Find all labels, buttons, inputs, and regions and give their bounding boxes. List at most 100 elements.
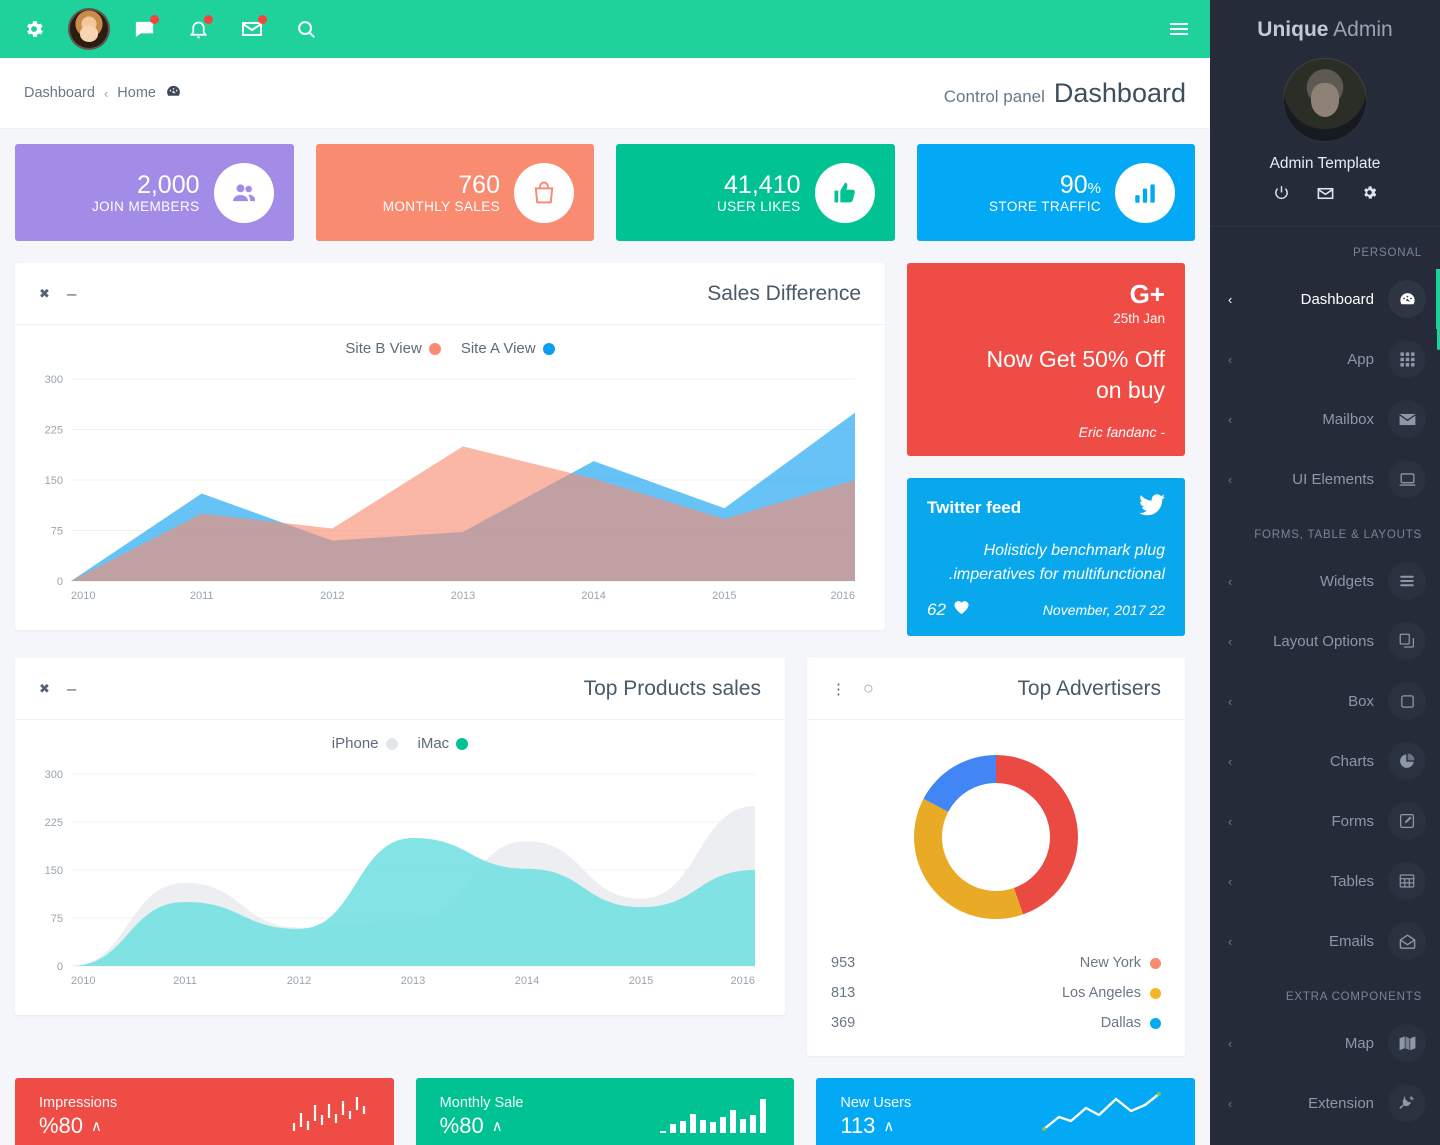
svg-text:150: 150 bbox=[45, 865, 63, 877]
sidebar-item-ui-elements[interactable]: ‹ UI Elements bbox=[1210, 449, 1440, 509]
trend-up-icon: ∧ bbox=[491, 1118, 503, 1136]
bell-icon[interactable] bbox=[178, 9, 218, 49]
square-icon bbox=[1388, 682, 1426, 720]
gear-icon[interactable] bbox=[1361, 184, 1378, 208]
svg-text:2015: 2015 bbox=[629, 975, 653, 987]
sidebar-item-box[interactable]: ‹ Box bbox=[1210, 671, 1440, 731]
sidebar-item-label: Extension bbox=[1308, 1094, 1374, 1112]
sidebar-item-dashboard[interactable]: ‹ Dashboard bbox=[1210, 269, 1440, 329]
refresh-icon[interactable]: ○ bbox=[863, 678, 874, 699]
mail-icon[interactable] bbox=[1316, 184, 1335, 208]
search-icon[interactable] bbox=[286, 9, 326, 49]
sidebar-item-tables[interactable]: ‹ Tables bbox=[1210, 851, 1440, 911]
stat-label: STORE TRAFFIC bbox=[989, 199, 1101, 215]
sidebar-item-forms[interactable]: ‹ Forms bbox=[1210, 791, 1440, 851]
list-item[interactable]: 813 Los Angeles bbox=[831, 978, 1161, 1008]
close-icon[interactable]: ✖ bbox=[39, 286, 50, 302]
breadcrumb-current[interactable]: Home bbox=[117, 85, 156, 101]
legend-item[interactable]: Site A View bbox=[461, 340, 555, 357]
google-plus-card[interactable]: G+ 25th Jan Now Get 50% Off on buy Eric … bbox=[907, 263, 1185, 457]
widget-title: New Users bbox=[840, 1095, 912, 1112]
gplus-date: 25th Jan bbox=[1113, 311, 1165, 326]
avatar[interactable] bbox=[1283, 58, 1367, 142]
widget-new-users[interactable]: New Users 113 ∧ bbox=[816, 1078, 1196, 1145]
content-row-charts: ✖ – Sales Difference Site B View Site A … bbox=[15, 263, 1195, 637]
trend-up-icon: ∧ bbox=[883, 1118, 895, 1136]
chevron-left-icon: ‹ bbox=[1228, 813, 1233, 829]
stat-card-store-traffic[interactable]: 90% STORE TRAFFIC bbox=[916, 144, 1195, 241]
page-subtitle: Control panel bbox=[943, 86, 1045, 106]
sidebar-item-label: Charts bbox=[1329, 752, 1374, 770]
brand-light: Admin bbox=[1333, 18, 1393, 41]
sidebar-item-widgets[interactable]: ‹ Widgets bbox=[1210, 551, 1440, 611]
legend-item[interactable]: iMac bbox=[418, 735, 469, 752]
panel-title: Top Products sales bbox=[583, 676, 761, 700]
sidebar-section-title: FORMS, TABLE & LAYOUTS bbox=[1254, 529, 1422, 541]
heart-icon bbox=[953, 599, 970, 620]
svg-text:2013: 2013 bbox=[401, 975, 425, 987]
power-icon[interactable] bbox=[1273, 184, 1290, 208]
menu-icon[interactable] bbox=[1162, 12, 1196, 46]
stat-card-user-likes[interactable]: 41,410 USER LIKES bbox=[616, 144, 895, 241]
list-item[interactable]: 369 Dallas bbox=[831, 1008, 1161, 1038]
widget-monthly-sale[interactable]: Monthly Sale %80 ∧ bbox=[415, 1078, 795, 1145]
widget-value: %80 bbox=[39, 1113, 84, 1139]
widget-impressions[interactable]: Impressions %80 ∧ bbox=[15, 1078, 394, 1145]
svg-text:225: 225 bbox=[45, 817, 63, 829]
svg-text:75: 75 bbox=[51, 526, 63, 538]
legend-swatch bbox=[456, 737, 469, 750]
gplus-headline-line1: Now Get 50% Off bbox=[986, 346, 1165, 372]
legend-label: Site B View bbox=[345, 340, 422, 357]
sparkline-bars bbox=[658, 1091, 770, 1144]
gear-icon[interactable] bbox=[14, 9, 54, 49]
advertiser-label: Los Angeles bbox=[1061, 985, 1141, 1002]
legend-item[interactable]: iPhone bbox=[332, 735, 398, 752]
sidebar-item-label: Map bbox=[1344, 1034, 1374, 1052]
sidebar-item-label: Emails bbox=[1328, 932, 1374, 950]
sidebar-item-app[interactable]: ‹ App bbox=[1210, 329, 1440, 389]
main-content: 2,000 JOIN MEMBERS 760 MONTHLY SALES 41,… bbox=[0, 129, 1210, 1145]
svg-text:2010: 2010 bbox=[71, 975, 95, 987]
mail-icon[interactable] bbox=[232, 9, 272, 49]
more-options-icon[interactable]: ⋮ bbox=[831, 680, 846, 698]
sidebar-navigation: PERSONAL ‹ Dashboard ‹ App ‹ Mailbox ‹ UI Elemen… bbox=[1210, 227, 1440, 1133]
sidebar-item-emails[interactable]: ‹ Emails bbox=[1210, 911, 1440, 971]
stat-card-monthly-sales[interactable]: 760 MONTHLY SALES bbox=[315, 144, 594, 241]
list-item[interactable]: 953 New York bbox=[831, 948, 1161, 978]
list-icon bbox=[1388, 562, 1426, 600]
chat-icon[interactable] bbox=[124, 9, 164, 49]
breadcrumb-root[interactable]: Dashboard bbox=[24, 85, 95, 101]
advertiser-label: New York bbox=[1079, 955, 1141, 972]
stat-suffix: % bbox=[1087, 179, 1101, 197]
sidebar-item-charts[interactable]: ‹ Charts bbox=[1210, 731, 1440, 791]
bar-chart-icon bbox=[1115, 162, 1175, 223]
sidebar-item-extension[interactable]: ‹ Extension bbox=[1210, 1073, 1440, 1133]
twitter-feed-card[interactable]: Twitter feed Holisticly benchmark plug .… bbox=[907, 478, 1185, 637]
legend-swatch bbox=[542, 342, 555, 355]
minimize-icon[interactable]: – bbox=[67, 679, 76, 699]
trend-up-icon: ∧ bbox=[91, 1118, 103, 1136]
sidebar-item-layout-options[interactable]: ‹ Layout Options bbox=[1210, 611, 1440, 671]
svg-text:0: 0 bbox=[57, 576, 63, 588]
twitter-likes[interactable]: 62 bbox=[927, 599, 970, 620]
avatar[interactable] bbox=[68, 8, 110, 50]
sidebar-item-map[interactable]: ‹ Map bbox=[1210, 1013, 1440, 1073]
sidebar-section-title: PERSONAL bbox=[1352, 247, 1422, 259]
breadcrumb-bar: Dashboard ‹ Home Control panel Dashboard bbox=[0, 58, 1210, 129]
sidebar-item-mailbox[interactable]: ‹ Mailbox bbox=[1210, 389, 1440, 449]
minimize-icon[interactable]: – bbox=[67, 284, 76, 304]
chevron-left-icon: ‹ bbox=[1228, 693, 1233, 709]
svg-text:0: 0 bbox=[57, 961, 63, 973]
close-icon[interactable]: ✖ bbox=[39, 681, 50, 697]
stat-card-join-members[interactable]: 2,000 JOIN MEMBERS bbox=[15, 144, 294, 241]
user-action-row bbox=[1210, 184, 1440, 227]
sidebar-item-label: Forms bbox=[1331, 812, 1375, 830]
brand-logo[interactable]: Unique Admin bbox=[1210, 0, 1440, 46]
legend-swatch bbox=[428, 342, 441, 355]
laptop-icon bbox=[1388, 460, 1426, 498]
sidebar-item-label: Tables bbox=[1330, 872, 1374, 890]
svg-text:2016: 2016 bbox=[831, 590, 855, 602]
chevron-left-icon: ‹ bbox=[1228, 411, 1233, 427]
legend-item[interactable]: Site B View bbox=[345, 340, 441, 357]
svg-text:2011: 2011 bbox=[173, 975, 197, 987]
